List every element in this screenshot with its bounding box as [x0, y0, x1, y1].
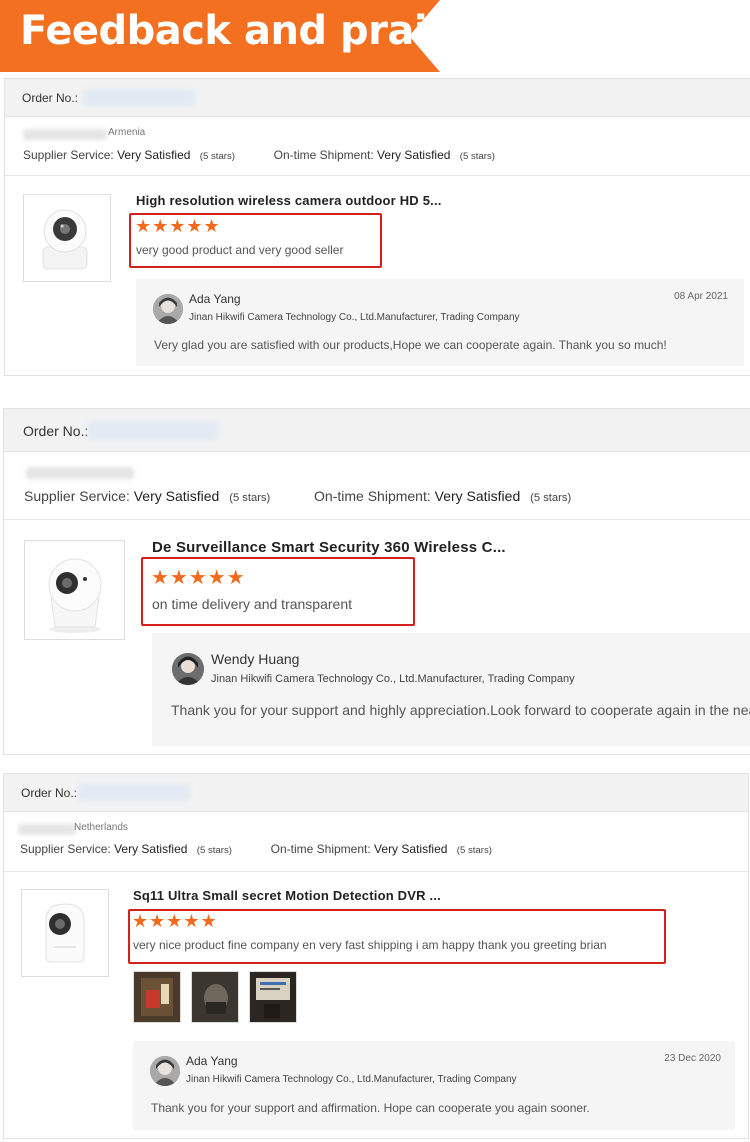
review-card: Order No.: Supplier Service: Very Satisf…: [3, 408, 750, 755]
camera-product-image[interactable]: [23, 194, 111, 282]
order-number-redacted: [78, 784, 190, 801]
satisfaction-row: Supplier Service: Very Satisfied (5 star…: [23, 148, 495, 162]
review-card: Order No.: Netherlands Supplier Service:…: [3, 773, 749, 1139]
shipment-label: On-time Shipment:: [270, 842, 371, 856]
supplier-service-stars: (5 stars): [229, 492, 271, 504]
review-text: on time delivery and transparent: [152, 596, 352, 612]
satisfaction-row: Supplier Service: Very Satisfied (5 star…: [24, 488, 571, 504]
shipment-value: Very Satisfied: [374, 842, 448, 856]
product-title[interactable]: High resolution wireless camera outdoor …: [136, 193, 442, 208]
order-header: Order No.:: [4, 774, 748, 812]
review-photo[interactable]: [249, 971, 297, 1023]
review-card: Order No.: Armenia Supplier Service: Ver…: [4, 78, 750, 376]
supplier-service-value: Very Satisfied: [117, 148, 191, 162]
supplier-service-value: Very Satisfied: [133, 488, 220, 504]
star-rating: ★★★★★: [135, 216, 221, 236]
divider: [5, 175, 750, 176]
buyer-country: Armenia: [108, 127, 146, 138]
buyer-name-redacted: [26, 467, 134, 479]
shipment-stars: (5 stars): [459, 151, 495, 162]
shipment-stars: (5 stars): [530, 492, 572, 504]
order-number-label: Order No.:: [21, 786, 78, 800]
divider: [4, 519, 750, 520]
review-photo[interactable]: [191, 971, 239, 1023]
supplier-service-stars: (5 stars): [196, 845, 232, 856]
reply-company: Jinan Hikwifi Camera Technology Co., Ltd…: [189, 312, 520, 323]
avatar: [150, 1056, 180, 1086]
reply-author-name: Wendy Huang: [211, 651, 300, 667]
order-number-redacted: [88, 421, 218, 440]
order-number-redacted: [83, 89, 195, 106]
supplier-reply: Ada Yang Jinan Hikwifi Camera Technology…: [136, 279, 744, 366]
reply-text: Thank you for your support and highly ap…: [171, 702, 750, 718]
reply-company: Jinan Hikwifi Camera Technology Co., Ltd…: [211, 673, 575, 685]
supplier-service-stars: (5 stars): [199, 151, 235, 162]
camera-product-image[interactable]: [21, 889, 109, 977]
review-text: very good product and very good seller: [136, 243, 344, 257]
order-number-label: Order No.:: [23, 423, 89, 439]
shipment-label: On-time Shipment:: [314, 488, 431, 504]
shipment-value: Very Satisfied: [377, 148, 451, 162]
reply-company: Jinan Hikwifi Camera Technology Co., Ltd…: [186, 1074, 517, 1085]
reply-text: Very glad you are satisfied with our pro…: [154, 338, 667, 352]
order-header: Order No.:: [5, 79, 750, 117]
banner: Feedback and praise: [0, 0, 750, 72]
shipment-value: Very Satisfied: [434, 488, 521, 504]
supplier-service-value: Very Satisfied: [114, 842, 188, 856]
reply-author-name: Ada Yang: [189, 292, 241, 306]
banner-title: Feedback and praise: [20, 8, 477, 54]
review-text: very nice product fine company en very f…: [133, 938, 607, 952]
shipment-stars: (5 stars): [456, 845, 492, 856]
buyer-name-redacted: [23, 129, 107, 140]
order-header: Order No.:: [4, 409, 750, 452]
satisfaction-row: Supplier Service: Very Satisfied (5 star…: [20, 842, 492, 856]
review-photo[interactable]: [133, 971, 181, 1023]
avatar: [172, 653, 204, 685]
shipment-label: On-time Shipment:: [273, 148, 374, 162]
star-rating: ★★★★★: [151, 567, 246, 589]
reply-date: 23 Dec 2020: [664, 1053, 721, 1064]
product-title[interactable]: De Surveillance Smart Security 360 Wirel…: [152, 539, 506, 556]
buyer-country: Netherlands: [74, 822, 128, 833]
star-rating: ★★★★★: [132, 911, 218, 931]
avatar: [153, 294, 183, 324]
buyer-name-redacted: [18, 824, 76, 835]
supplier-reply: Ada Yang Jinan Hikwifi Camera Technology…: [133, 1041, 735, 1130]
product-title[interactable]: Sq11 Ultra Small secret Motion Detection…: [133, 888, 441, 903]
supplier-service-label: Supplier Service:: [24, 488, 130, 504]
order-number-label: Order No.:: [22, 91, 79, 105]
divider: [4, 871, 748, 872]
reply-date: 08 Apr 2021: [674, 291, 728, 302]
camera-product-image[interactable]: [24, 540, 125, 640]
reply-author-name: Ada Yang: [186, 1054, 238, 1068]
supplier-service-label: Supplier Service:: [23, 148, 114, 162]
supplier-reply: Wendy Huang Jinan Hikwifi Camera Technol…: [152, 633, 750, 746]
reply-text: Thank you for your support and affirmati…: [151, 1101, 590, 1115]
supplier-service-label: Supplier Service:: [20, 842, 111, 856]
